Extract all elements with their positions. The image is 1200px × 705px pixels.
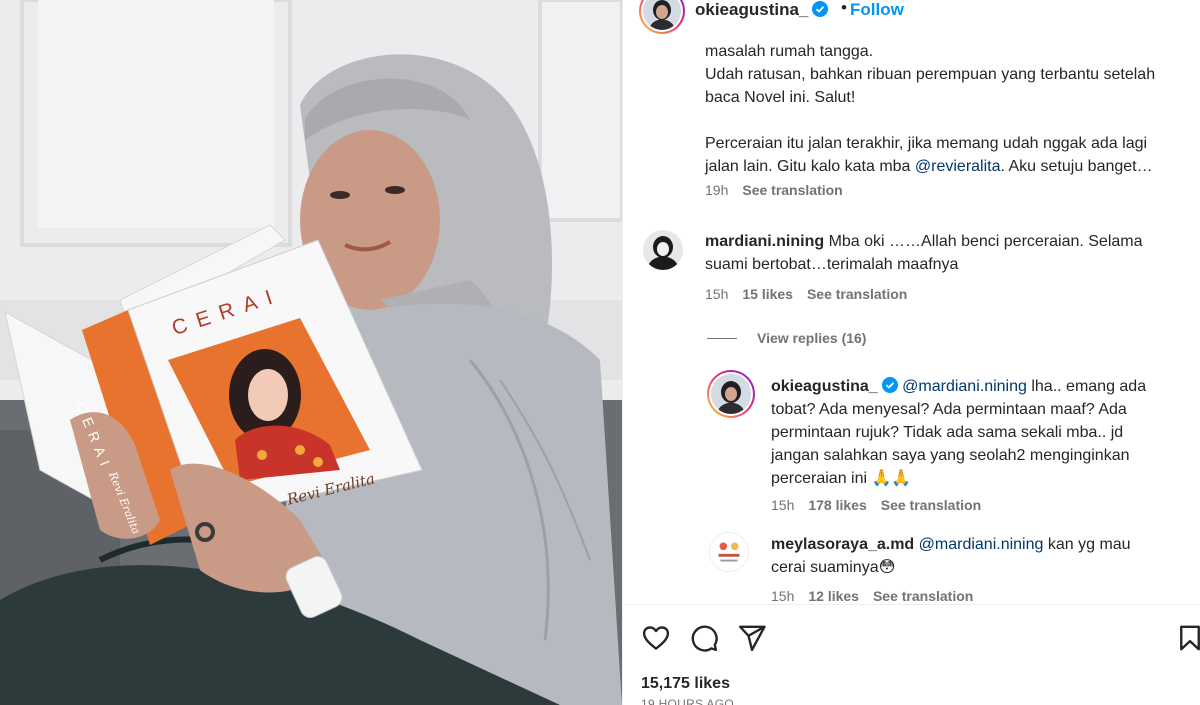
- see-translation-button[interactable]: See translation: [881, 497, 981, 513]
- caption-line: Perceraian itu jalan terakhir, jika mema…: [705, 135, 1148, 152]
- comment-text-segment: Mba oki ……Allah benci perceraian. Selama: [828, 233, 1143, 250]
- reply-line: cerai suaminya😳: [771, 559, 896, 576]
- comment-time[interactable]: 15h: [705, 286, 728, 302]
- caption-mention-link[interactable]: @revieralita: [915, 158, 1001, 175]
- reply-mention-link[interactable]: @mardiani.nining: [902, 378, 1027, 395]
- commenter-username[interactable]: mardiani.nining: [705, 233, 824, 250]
- caption-line: Udah ratusan, bahkan ribuan perempuan ya…: [705, 66, 1156, 83]
- caption-line: jalan lain. Gitu kalo kata mba @revieral…: [705, 155, 1195, 178]
- post-action-bar: 15,175 likes 19 HOURS AGO: [623, 604, 1200, 705]
- reply-line: meylasoraya_a.md @mardiani.nining kan yg…: [771, 533, 1191, 556]
- comment-meta: 15h 15 likes See translation: [705, 286, 907, 302]
- reply-username[interactable]: okieagustina_: [771, 378, 878, 395]
- see-translation-button[interactable]: See translation: [873, 588, 973, 604]
- verified-badge-icon: [881, 377, 898, 393]
- reply-line: tobat? Ada menyesal? Ada permintaan maaf…: [771, 401, 1127, 418]
- view-replies-line: [707, 337, 737, 339]
- reply-meta: 15h 178 likes See translation: [771, 497, 981, 513]
- caption-text-segment: jalan lain. Gitu kalo kata mba: [705, 158, 915, 175]
- comment-icon[interactable]: [689, 623, 719, 653]
- post-header: okieagustina_ • Follow: [623, 0, 1200, 34]
- reply-line: okieagustina_ @mardiani.nining lha.. ema…: [771, 375, 1191, 398]
- reply-line: perceraian ini 🙏🙏: [771, 470, 912, 487]
- follow-button[interactable]: Follow: [850, 0, 904, 20]
- reply-likes-count[interactable]: 12 likes: [808, 588, 859, 604]
- reply-commenter-avatar[interactable]: [709, 532, 749, 572]
- post-image: [0, 0, 622, 705]
- reply-avatar-ring[interactable]: [707, 370, 755, 418]
- reply-line: permintaan rujuk? Tidak ada sama sekali …: [771, 424, 1124, 441]
- reply-mention-link[interactable]: @mardiani.nining: [919, 536, 1044, 553]
- author-username[interactable]: okieagustina_: [695, 0, 829, 20]
- reply-line: jangan salahkan saya yang seolah2 mengin…: [771, 447, 1130, 464]
- verified-badge-icon: [812, 1, 829, 17]
- comments-scroll-area[interactable]: masalah rumah tangga. Udah ratusan, bahk…: [623, 36, 1200, 604]
- author-username-text[interactable]: okieagustina_: [695, 0, 808, 19]
- reply-text: meylasoraya_a.md @mardiani.nining kan yg…: [771, 533, 1191, 579]
- caption-time[interactable]: 19h: [705, 182, 728, 198]
- reply-text: okieagustina_ @mardiani.nining lha.. ema…: [771, 375, 1191, 490]
- see-translation-button[interactable]: See translation: [807, 286, 907, 302]
- caption-line: masalah rumah tangga.: [705, 43, 874, 60]
- post-photo[interactable]: CERAI CERAI Revi Eralita Revi Eralita: [0, 0, 622, 705]
- post-timestamp: 19 HOURS AGO: [641, 697, 734, 705]
- reply-text-segment: kan yg mau: [1043, 536, 1131, 553]
- reply-text-segment: lha.. emang ada: [1026, 378, 1147, 395]
- caption-text-segment: . Aku setuju banget…: [1000, 158, 1153, 175]
- reply-likes-count[interactable]: 178 likes: [808, 497, 866, 513]
- view-replies-button[interactable]: View replies (16): [707, 330, 866, 346]
- see-translation-button[interactable]: See translation: [742, 182, 842, 198]
- reply-author-avatar[interactable]: [711, 374, 751, 414]
- post-likes-count[interactable]: 15,175 likes: [641, 675, 730, 693]
- post-actions: [641, 623, 767, 653]
- reply-username[interactable]: meylasoraya_a.md: [771, 536, 914, 553]
- author-avatar[interactable]: [643, 0, 681, 30]
- post-side-panel: okieagustina_ • Follow masalah rumah tan…: [622, 0, 1200, 705]
- reply-time[interactable]: 15h: [771, 497, 794, 513]
- commenter-avatar[interactable]: [643, 230, 683, 270]
- author-avatar-ring[interactable]: [639, 0, 685, 34]
- bookmark-icon[interactable]: [1175, 623, 1200, 653]
- caption-line: baca Novel ini. Salut!: [705, 89, 856, 106]
- comment-text: mardiani.nining Mba oki ……Allah benci pe…: [705, 230, 1185, 276]
- comment-likes-count[interactable]: 15 likes: [742, 286, 793, 302]
- comment-line: suami bertobat…terimalah maafnya: [705, 256, 959, 273]
- caption-meta: 19h See translation: [705, 182, 843, 198]
- comment-line: mardiani.nining Mba oki ……Allah benci pe…: [705, 230, 1185, 253]
- view-replies-label[interactable]: View replies (16): [757, 330, 866, 346]
- separator-dot: •: [841, 0, 847, 17]
- share-icon[interactable]: [737, 623, 767, 653]
- reply-meta: 15h 12 likes See translation: [771, 588, 973, 604]
- reply-time[interactable]: 15h: [771, 588, 794, 604]
- heart-icon[interactable]: [641, 623, 671, 653]
- caption-text: masalah rumah tangga. Udah ratusan, bahk…: [705, 40, 1195, 178]
